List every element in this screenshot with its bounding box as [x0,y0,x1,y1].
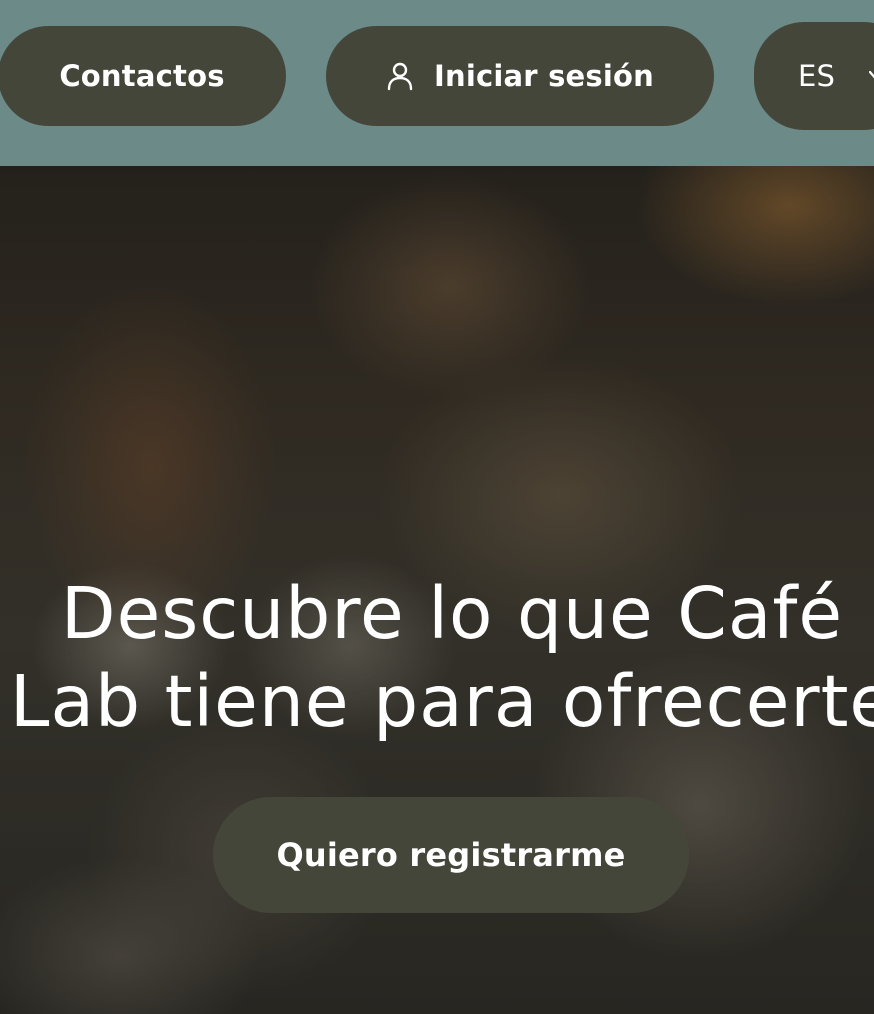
page: Contactos Iniciar sesión ES Descubre lo … [0,0,874,1014]
login-button[interactable]: Iniciar sesión [326,26,714,126]
top-navigation-bar: Contactos Iniciar sesión ES [0,0,874,166]
register-button[interactable]: Quiero registrarme [213,797,689,913]
chevron-down-icon [869,69,874,83]
user-icon [386,61,414,91]
login-button-label: Iniciar sesión [434,59,654,93]
contacts-button-label: Contactos [59,59,225,93]
hero-section: Descubre lo que Café Lab tiene para ofre… [0,166,874,1014]
hero-title: Descubre lo que Café Lab tiene para ofre… [9,572,874,743]
contacts-button[interactable]: Contactos [0,26,286,126]
language-selector[interactable]: ES [754,22,874,130]
language-selected-value: ES [798,59,836,93]
register-button-label: Quiero registrarme [276,836,626,874]
